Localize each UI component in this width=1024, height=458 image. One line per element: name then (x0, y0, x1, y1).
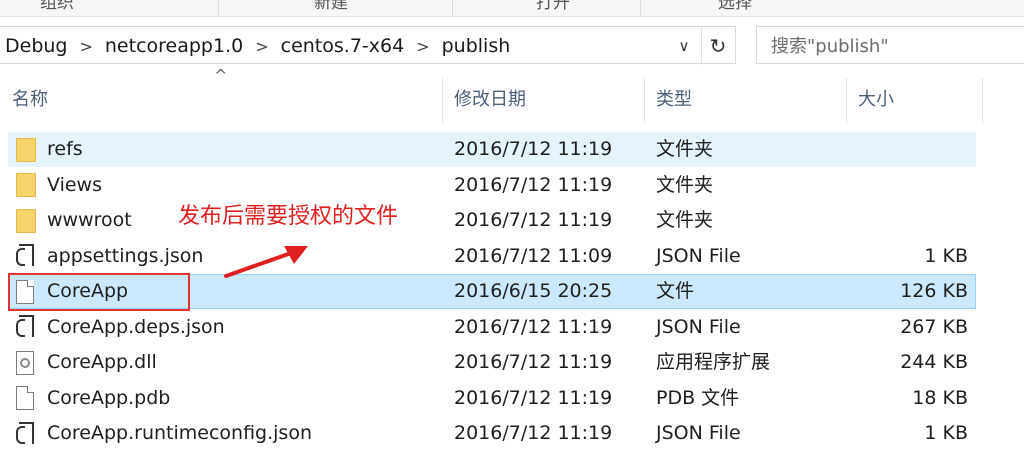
file-type: JSON File (656, 315, 741, 338)
column-divider[interactable] (846, 78, 847, 124)
breadcrumb-separator-icon[interactable]: > (249, 37, 274, 56)
file-row[interactable]: CoreApp.pdb 2016/7/12 11:19 PDB 文件 18 KB (0, 381, 1024, 417)
column-divider[interactable] (442, 78, 443, 124)
file-type: 文件夹 (656, 209, 714, 231)
file-row[interactable]: CoreApp.runtimeconfig.json 2016/7/12 11:1… (0, 416, 1024, 452)
ribbon-bar: 组织 新建 打开 选择 (0, 0, 1024, 17)
file-icon-cell (16, 203, 38, 238)
address-bar[interactable]: Debug > netcoreapp1.0 > centos.7-x64 > p… (0, 26, 736, 65)
chevron-down-icon[interactable]: ∨ (671, 27, 697, 65)
file-size: 126 KB (900, 280, 968, 302)
file-name: wwwroot (47, 209, 132, 231)
ribbon-separator (452, 0, 453, 16)
json-file-icon (16, 244, 36, 268)
annotation-arrow (224, 246, 308, 278)
breadcrumb-item-debug[interactable]: Debug (0, 35, 73, 57)
column-headers: 名称 修改日期 类型 大小 (0, 78, 1024, 124)
folder-icon (16, 137, 36, 162)
file-date: 2016/7/12 11:19 (454, 351, 613, 373)
file-icon-cell (16, 310, 38, 345)
annotation-text: 发布后需要授权的文件 (178, 204, 399, 229)
file-name: CoreApp.pdb (47, 386, 171, 409)
file-icon-cell (16, 345, 38, 380)
file-name: CoreApp.deps.json (47, 315, 225, 338)
file-size: 244 KB (900, 351, 968, 373)
refresh-icon[interactable]: ↻ (701, 27, 734, 65)
ribbon-separator (640, 0, 641, 16)
breadcrumb: Debug > netcoreapp1.0 > centos.7-x64 > p… (0, 27, 516, 65)
dll-file-icon (16, 350, 34, 375)
file-date: 2016/7/12 11:19 (454, 386, 613, 409)
file-row[interactable]: Views 2016/7/12 11:19 文件夹 (0, 168, 1024, 204)
file-icon-cell (16, 168, 38, 203)
file-type: JSON File (656, 422, 741, 444)
file-size: 267 KB (900, 315, 968, 338)
column-divider[interactable] (644, 78, 645, 124)
breadcrumb-item-centos[interactable]: centos.7-x64 (275, 35, 411, 57)
file-size: 1 KB (924, 422, 968, 444)
json-file-icon (16, 315, 36, 339)
file-size: 1 KB (924, 244, 968, 267)
ribbon-group-label: 选择 (718, 0, 752, 13)
breadcrumb-item-publish[interactable]: publish (436, 35, 517, 57)
file-row[interactable]: CoreApp.deps.json 2016/7/12 11:19 JSON Fil… (0, 310, 1024, 346)
file-date: 2016/7/12 11:19 (454, 315, 613, 338)
file-type: JSON File (656, 244, 741, 267)
file-type: PDB 文件 (656, 386, 740, 409)
file-name: refs (47, 138, 83, 160)
file-icon-cell (16, 381, 38, 416)
column-header-type[interactable]: 类型 (656, 78, 846, 122)
file-date: 2016/7/12 11:19 (454, 138, 613, 160)
file-row[interactable]: wwwroot 2016/7/12 11:19 文件夹 (0, 203, 1024, 239)
file-name: Views (47, 173, 102, 196)
column-header-date[interactable]: 修改日期 (454, 78, 644, 122)
file-size: 18 KB (912, 386, 968, 409)
folder-icon (16, 208, 36, 233)
file-date: 2016/7/12 11:19 (454, 209, 613, 231)
file-icon-cell (16, 239, 38, 274)
file-row[interactable]: appsettings.json 2016/7/12 11:09 JSON File… (0, 239, 1024, 275)
annotation-highlight-box (8, 273, 190, 311)
breadcrumb-separator-icon[interactable]: > (410, 37, 435, 56)
file-date: 2016/6/15 20:25 (454, 280, 613, 302)
file-name: CoreApp.runtimeconfig.json (47, 422, 312, 444)
json-file-icon (16, 421, 36, 446)
file-icon (16, 386, 34, 410)
file-row[interactable]: refs 2016/7/12 11:19 文件夹 (0, 132, 1024, 168)
file-date: 2016/7/12 11:19 (454, 422, 613, 444)
breadcrumb-item-netcoreapp[interactable]: netcoreapp1.0 (99, 35, 249, 57)
file-icon-cell (16, 132, 38, 167)
file-type: 文件夹 (656, 173, 714, 196)
folder-icon (16, 173, 36, 197)
ribbon-group-label: 新建 (314, 0, 348, 13)
ribbon-separator (218, 0, 219, 16)
search-input[interactable]: 搜索"publish" (756, 26, 1024, 64)
column-header-name[interactable]: 名称 (12, 78, 442, 122)
column-divider[interactable] (982, 78, 983, 124)
file-type: 应用程序扩展 (656, 351, 771, 373)
ribbon-group-label: 组织 (40, 0, 74, 13)
file-date: 2016/7/12 11:19 (454, 173, 613, 196)
file-name: CoreApp.dll (47, 351, 157, 373)
address-row: Debug > netcoreapp1.0 > centos.7-x64 > p… (0, 26, 1024, 66)
file-name: appsettings.json (47, 244, 204, 267)
ribbon-group-label: 打开 (536, 0, 570, 13)
file-type: 文件 (656, 280, 695, 302)
file-date: 2016/7/12 11:09 (454, 244, 613, 267)
breadcrumb-separator-icon[interactable]: > (73, 37, 98, 56)
file-icon-cell (16, 416, 38, 451)
file-row[interactable]: CoreApp.dll 2016/7/12 11:19 应用程序扩展 244 KB (0, 345, 1024, 381)
file-type: 文件夹 (656, 138, 714, 160)
column-header-size[interactable]: 大小 (858, 78, 978, 122)
